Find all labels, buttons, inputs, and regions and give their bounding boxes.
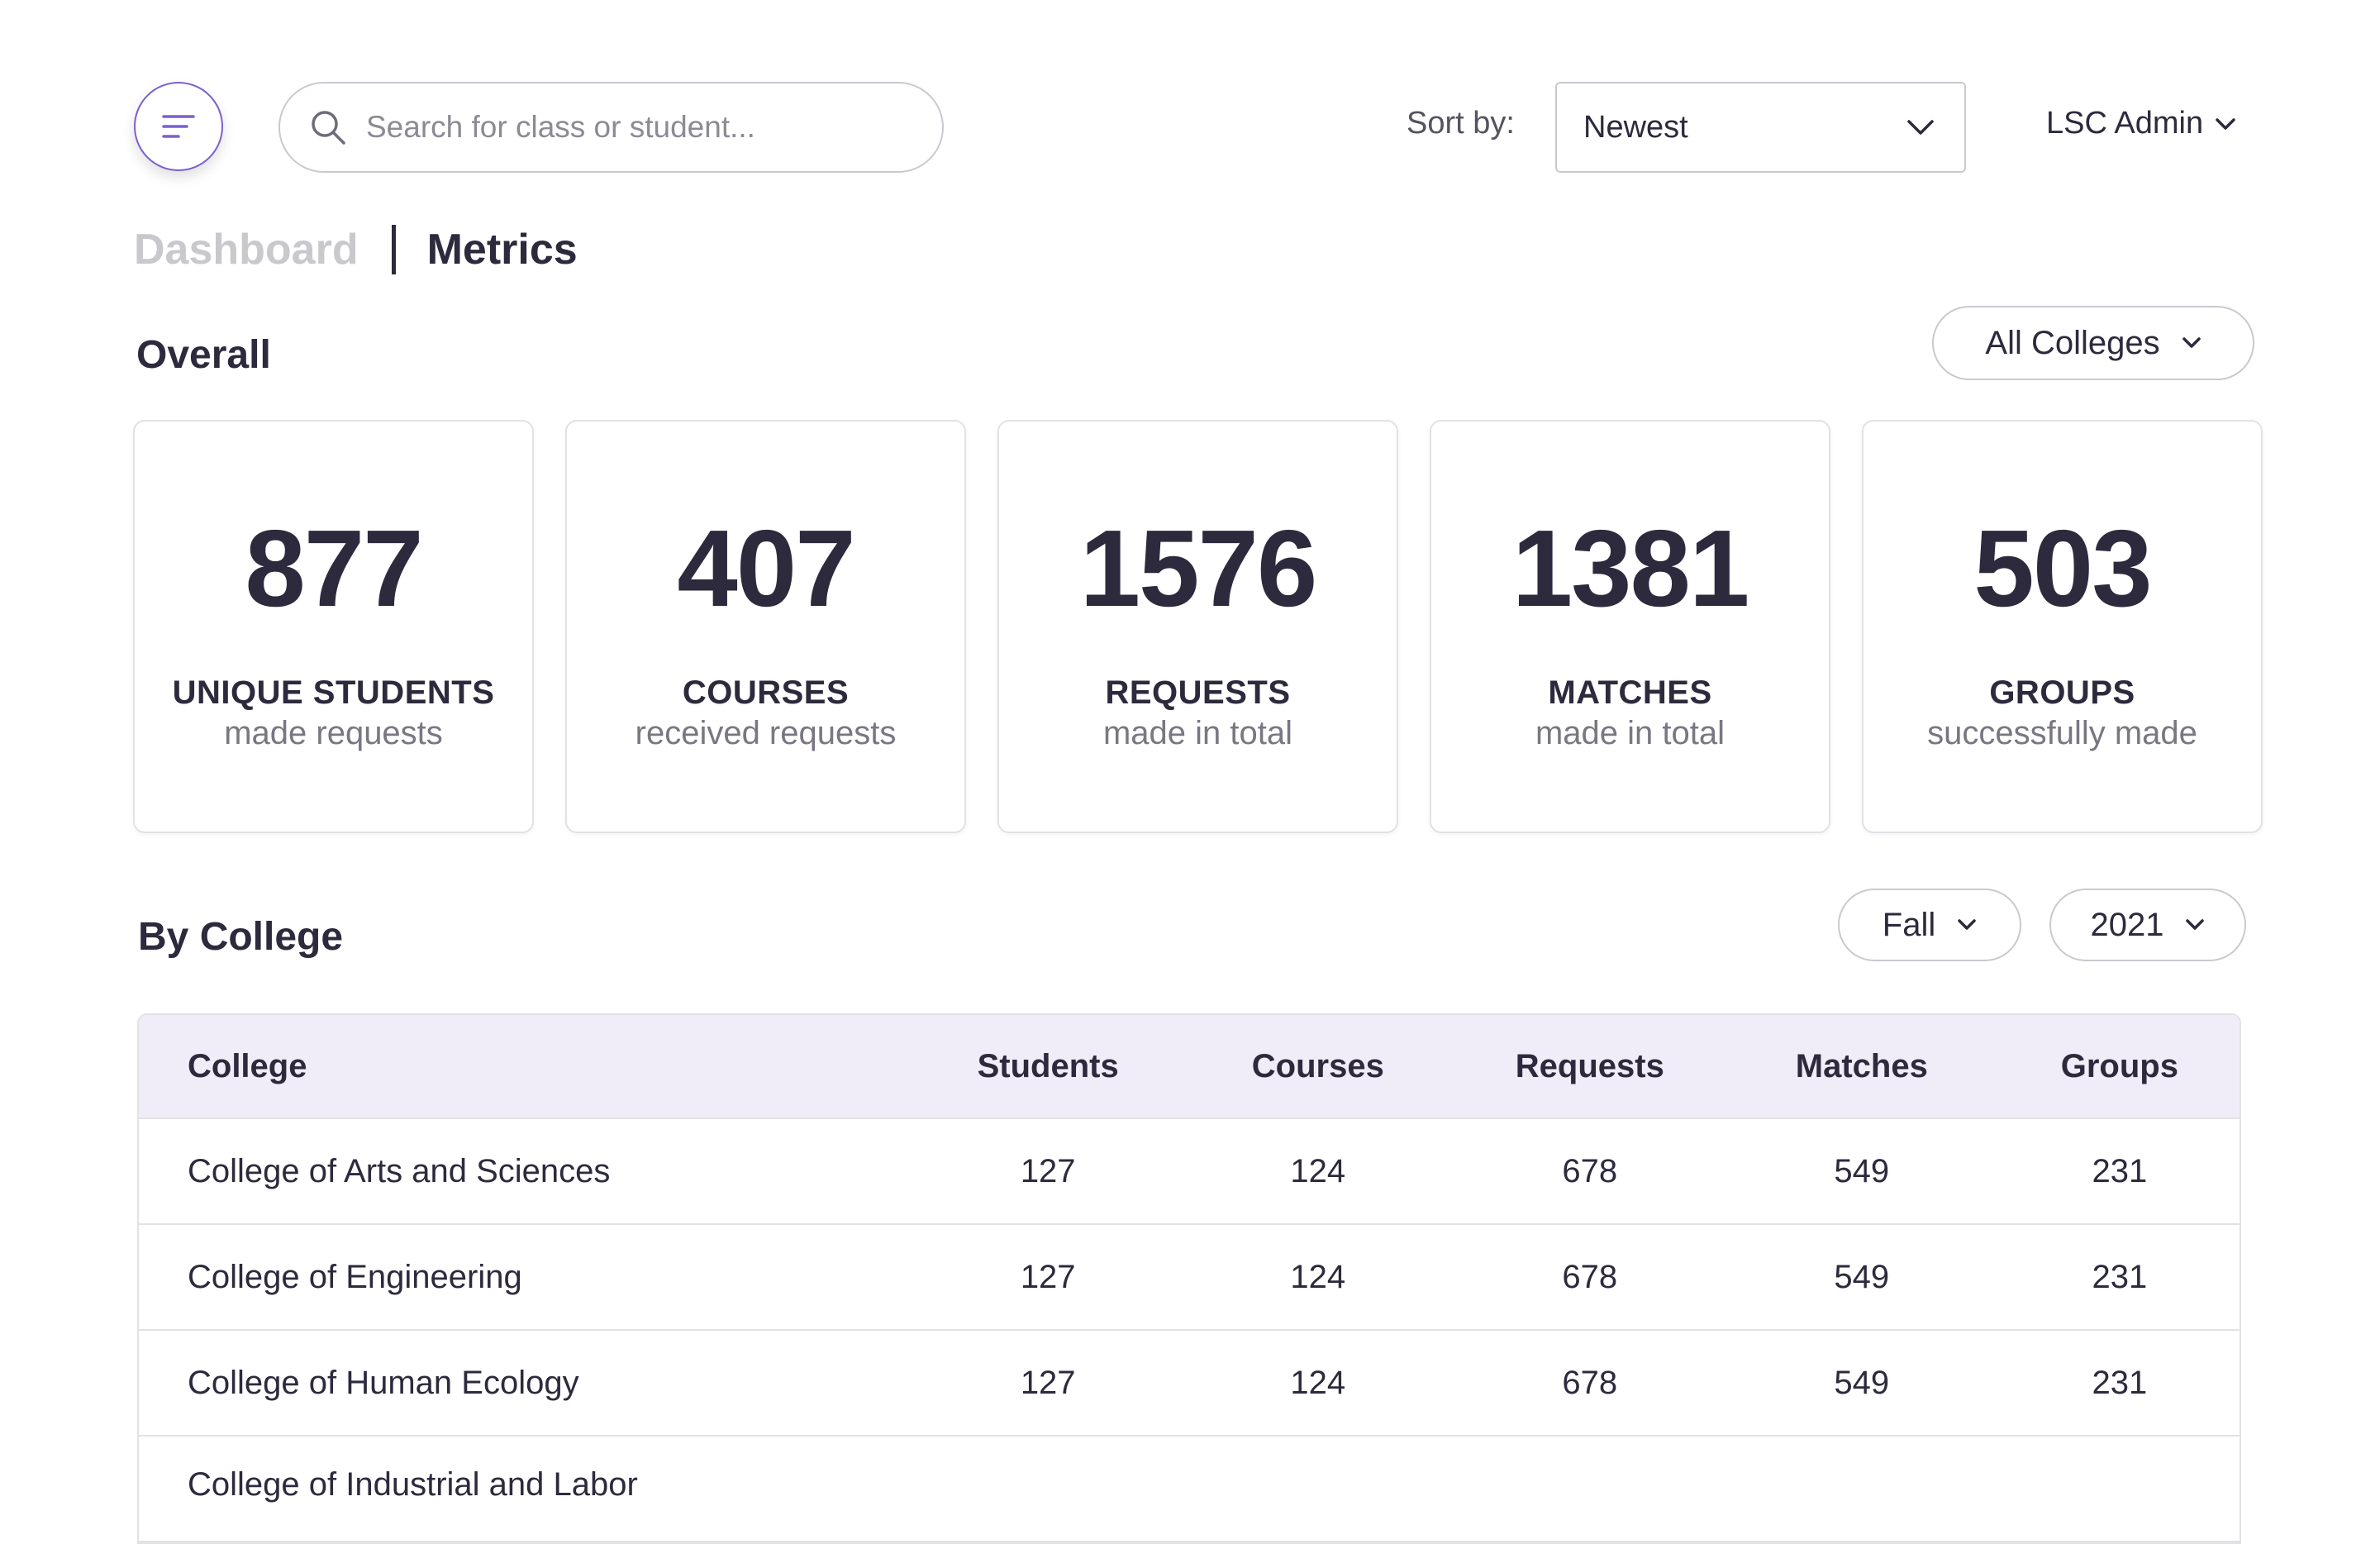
college-filter-value: All Colleges	[1985, 324, 2160, 361]
chevron-down-icon	[1958, 919, 1976, 930]
column-header-college[interactable]: College	[139, 1048, 916, 1085]
stat-value: 407	[677, 508, 855, 629]
cell-matches: 549	[1834, 1152, 1890, 1189]
overall-title: Overall	[136, 333, 271, 377]
user-menu-label: LSC Admin	[2046, 106, 2204, 141]
breadcrumb-dashboard[interactable]: Dashboard	[134, 225, 359, 274]
cell-requests: 678	[1562, 1258, 1618, 1295]
cell-college: College of Human Ecology	[188, 1364, 579, 1401]
by-college-title: By College	[138, 915, 344, 959]
college-table: College Students Courses Requests Matche…	[137, 1013, 2241, 1544]
cell-students: 127	[1020, 1152, 1076, 1189]
stat-label: REQUESTS	[1105, 674, 1291, 711]
stat-label: MATCHES	[1548, 674, 1712, 711]
cell-matches: 549	[1834, 1364, 1890, 1401]
cell-courses: 124	[1290, 1364, 1346, 1401]
stat-sublabel: made requests	[224, 715, 443, 751]
cell-students: 127	[1020, 1258, 1076, 1295]
stat-card-requests: 1576 REQUESTS made in total	[997, 420, 1398, 833]
sort-value: Newest	[1583, 109, 1688, 145]
chevron-down-icon	[2186, 919, 2205, 930]
stat-card-matches: 1381 MATCHES made in total	[1430, 420, 1830, 833]
column-header-requests[interactable]: Requests	[1456, 1048, 1724, 1085]
cell-college: College of Arts and Sciences	[188, 1152, 611, 1189]
stat-value: 1381	[1511, 508, 1750, 629]
stat-sublabel: successfully made	[1927, 715, 2197, 751]
table-row[interactable]: College of Arts and Sciences 127 124 678…	[139, 1119, 2240, 1225]
stat-card-courses: 407 COURSES received requests	[565, 420, 966, 833]
cell-requests: 678	[1562, 1152, 1618, 1189]
chevron-down-icon	[1907, 120, 1934, 135]
stat-label: GROUPS	[1989, 674, 2135, 711]
sort-select[interactable]: Newest	[1555, 82, 1966, 173]
chevron-down-icon	[2216, 117, 2235, 130]
cell-courses: 124	[1290, 1152, 1346, 1189]
breadcrumb-divider	[391, 225, 396, 274]
cell-college: College of Engineering	[188, 1258, 522, 1295]
column-header-students[interactable]: Students	[916, 1048, 1180, 1085]
stat-value: 503	[1973, 508, 2152, 629]
stat-label: COURSES	[682, 674, 850, 711]
column-header-courses[interactable]: Courses	[1180, 1048, 1456, 1085]
stat-label: UNIQUE STUDENTS	[172, 674, 495, 711]
cell-groups: 231	[2092, 1258, 2148, 1295]
cell-matches: 549	[1834, 1258, 1890, 1295]
search-input[interactable]	[364, 109, 897, 145]
menu-button[interactable]	[134, 82, 223, 171]
term-dropdown[interactable]: Fall	[1838, 889, 2021, 961]
cell-requests: 678	[1562, 1364, 1618, 1401]
search-bar[interactable]	[278, 82, 944, 173]
column-header-groups[interactable]: Groups	[2000, 1048, 2240, 1085]
year-value: 2021	[2090, 906, 2164, 943]
year-dropdown[interactable]: 2021	[2049, 889, 2246, 961]
stat-sublabel: received requests	[635, 715, 897, 751]
stat-card-students: 877 UNIQUE STUDENTS made requests	[133, 420, 534, 833]
table-header: College Students Courses Requests Matche…	[139, 1015, 2240, 1119]
term-value: Fall	[1882, 906, 1936, 943]
table-row[interactable]: College of Industrial and Labor	[139, 1437, 2240, 1542]
search-icon	[312, 111, 345, 145]
stat-card-groups: 503 GROUPS successfully made	[1862, 420, 2263, 833]
cell-groups: 231	[2092, 1364, 2148, 1401]
cell-courses: 124	[1290, 1258, 1346, 1295]
cell-students: 127	[1020, 1364, 1076, 1401]
table-row[interactable]: College of Human Ecology 127 124 678 549…	[139, 1331, 2240, 1437]
college-filter-dropdown[interactable]: All Colleges	[1932, 306, 2254, 380]
cell-groups: 231	[2092, 1152, 2148, 1189]
column-header-matches[interactable]: Matches	[1724, 1048, 2000, 1085]
stat-value: 1576	[1079, 508, 1318, 629]
overall-stats: 877 UNIQUE STUDENTS made requests 407 CO…	[133, 420, 2263, 833]
sort-label: Sort by:	[1407, 106, 1515, 141]
breadcrumb-current: Metrics	[426, 226, 578, 274]
stat-sublabel: made in total	[1535, 715, 1726, 751]
user-menu[interactable]: LSC Admin	[2046, 106, 2236, 141]
stat-value: 877	[245, 508, 423, 629]
stat-sublabel: made in total	[1102, 715, 1293, 751]
table-row[interactable]: College of Engineering 127 124 678 549 2…	[139, 1225, 2240, 1331]
chevron-down-icon	[2182, 337, 2201, 348]
cell-college: College of Industrial and Labor	[188, 1466, 638, 1503]
menu-icon	[162, 115, 195, 138]
breadcrumb: Dashboard Metrics	[134, 225, 578, 274]
